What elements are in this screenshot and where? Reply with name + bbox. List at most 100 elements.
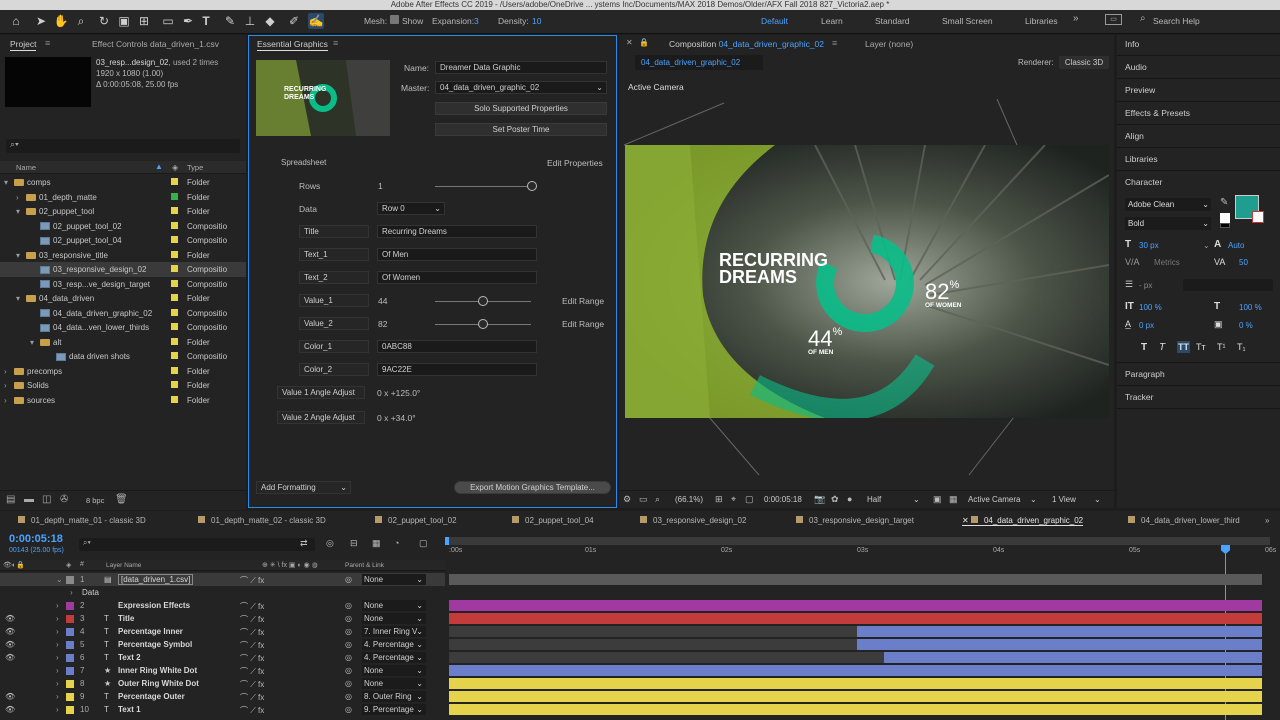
project-item[interactable]: 04_data...ven_lower_thirds Compositio: [0, 320, 246, 335]
menu-icon[interactable]: ≡: [832, 38, 837, 48]
timeline-tab[interactable]: 03_responsive_design_target: [796, 516, 914, 525]
disclosure-triangle-icon[interactable]: ⌄: [56, 575, 63, 584]
sync-settings-icon[interactable]: ▭: [1105, 14, 1122, 25]
motion-blur-icon[interactable]: ◔: [394, 538, 399, 548]
angle1-value[interactable]: 0 x +125.0°: [377, 388, 420, 398]
draft-3d-icon[interactable]: ◎: [326, 538, 334, 549]
timeline-timecode[interactable]: 0:00:05:18: [9, 533, 63, 545]
tab-essential-graphics[interactable]: Essential Graphics: [257, 39, 328, 51]
angle1-prop-label[interactable]: Value 1 Angle Adjust: [277, 386, 365, 399]
tracking-value[interactable]: 50: [1239, 258, 1248, 267]
rotate-tool-icon[interactable]: ↻: [96, 13, 112, 29]
layer-row[interactable]: 👁 › 3 T Title ⌒ ⟋ fx ◎ None ⌄: [0, 612, 445, 625]
workspace-small-screen[interactable]: Small Screen: [942, 16, 993, 26]
rows-slider-knob[interactable]: [527, 181, 537, 191]
timeline-tab[interactable]: 01_depth_matte_02 - classic 3D: [198, 516, 326, 525]
label-color-swatch[interactable]: [171, 221, 178, 229]
label-color-swatch[interactable]: [171, 207, 178, 214]
layer-switches[interactable]: ⌒ ⟋ fx: [240, 627, 264, 638]
layer-duration-bar[interactable]: [449, 613, 1262, 624]
layer-duration-bar[interactable]: [449, 600, 1262, 611]
character-section[interactable]: Character: [1125, 177, 1162, 187]
disclosure-triangle-icon[interactable]: ›: [56, 705, 59, 714]
value2-value[interactable]: 82: [378, 319, 387, 329]
disclosure-triangle-icon[interactable]: ›: [4, 396, 7, 405]
label-color-swatch[interactable]: [171, 178, 178, 185]
text1-prop-label[interactable]: Text_1: [299, 248, 369, 261]
data-subrow[interactable]: › Data: [0, 586, 445, 599]
export-motion-graphics-template-button[interactable]: Export Motion Graphics Template...: [454, 481, 611, 494]
subscript-icon[interactable]: T₁: [1237, 342, 1246, 352]
parent-pickwhip-icon[interactable]: ◎: [345, 627, 352, 636]
target-region-icon[interactable]: ▣: [933, 494, 942, 505]
view-layout-dropdown[interactable]: 1 View ⌄: [1052, 495, 1102, 504]
project-item[interactable]: 02_puppet_tool_04 Compositio: [0, 233, 246, 248]
add-formatting-dropdown[interactable]: Add Formatting ⌄: [256, 481, 351, 494]
value1-value[interactable]: 44: [378, 296, 387, 306]
search-help-input[interactable]: Search Help: [1153, 16, 1200, 26]
eyedropper-icon[interactable]: ✎: [1220, 197, 1228, 208]
label-color-swatch[interactable]: [171, 366, 178, 374]
label-color-swatch[interactable]: [171, 337, 178, 345]
comp-breadcrumb[interactable]: 04_data_driven_graphic_02: [635, 55, 763, 70]
value2-prop-label[interactable]: Value_2: [299, 317, 369, 330]
new-composition-icon[interactable]: ◫: [42, 494, 51, 505]
angle2-prop-label[interactable]: Value 2 Angle Adjust: [277, 411, 365, 424]
project-item[interactable]: ▾ 04_data_driven Folder: [0, 291, 246, 306]
safe-margins-icon[interactable]: ⌖: [731, 494, 736, 505]
label-color-swatch[interactable]: [171, 323, 178, 330]
tabs-overflow-icon[interactable]: »: [1265, 516, 1269, 525]
new-folder-icon[interactable]: ▬: [24, 494, 34, 505]
stroke-type-dropdown[interactable]: [1183, 279, 1273, 291]
timeline-tab[interactable]: 02_puppet_tool_02: [375, 516, 457, 525]
label-color-swatch[interactable]: [171, 308, 178, 316]
column-parent-link[interactable]: Parent & Link: [345, 562, 384, 569]
visibility-eye-icon[interactable]: 👁: [5, 653, 15, 662]
layer-name[interactable]: Text 2: [118, 653, 141, 662]
superscript-icon[interactable]: T¹: [1217, 342, 1226, 352]
interpret-footage-icon[interactable]: ▤: [6, 494, 15, 505]
label-color-swatch[interactable]: [171, 265, 178, 272]
camera-tool-icon[interactable]: ▣: [116, 13, 132, 29]
set-poster-time-button[interactable]: Set Poster Time: [435, 123, 607, 136]
project-item[interactable]: › sources Folder: [0, 393, 246, 408]
color1-prop-label[interactable]: Color_1: [299, 340, 369, 353]
project-item[interactable]: 04_data_driven_graphic_02 Compositio: [0, 306, 246, 321]
zoom-tool-icon[interactable]: ⌕: [73, 13, 89, 29]
layer-row[interactable]: › 8 ★ Outer Ring White Dot ⌒ ⟋ fx ◎ None ⌄: [0, 677, 445, 690]
tab-project[interactable]: Project: [10, 39, 37, 51]
density-value[interactable]: 10: [532, 16, 541, 26]
mask-visibility-icon[interactable]: ⌕: [655, 494, 660, 505]
brush-tool-icon[interactable]: ✎: [222, 13, 238, 29]
parent-pickwhip-icon[interactable]: ◎: [345, 614, 352, 623]
bit-depth-button[interactable]: 8 bpc: [86, 496, 104, 505]
layer-label-color[interactable]: [66, 680, 74, 688]
label-color-swatch[interactable]: [171, 381, 178, 388]
tab-composition[interactable]: Composition 04_data_driven_graphic_02: [669, 39, 824, 49]
project-item[interactable]: ▾ 03_responsive_title Folder: [0, 248, 246, 263]
menu-icon[interactable]: ≡: [45, 38, 50, 48]
project-item[interactable]: data driven shots Compositio: [0, 349, 246, 364]
timeline-tab[interactable]: 03_responsive_design_02: [640, 516, 746, 525]
label-color-swatch[interactable]: [171, 192, 178, 200]
layer-row[interactable]: › 2 Expression Effects ⌒ ⟋ fx ◎ None ⌄: [0, 599, 445, 612]
tab-layer[interactable]: Layer (none): [865, 39, 913, 49]
selection-tool-icon[interactable]: ➤: [33, 13, 49, 29]
disclosure-triangle-icon[interactable]: ›: [56, 679, 59, 688]
layer-duration-bar[interactable]: [449, 691, 1262, 702]
layer-duration-bar[interactable]: [449, 665, 1262, 676]
layer-name[interactable]: Percentage Outer: [118, 692, 185, 701]
parent-pickwhip-icon[interactable]: ◎: [345, 575, 352, 584]
all-caps-icon[interactable]: TT: [1177, 341, 1190, 353]
timeline-tab[interactable]: 02_puppet_tool_04: [512, 516, 594, 525]
disclosure-triangle-icon[interactable]: ›: [56, 640, 59, 649]
disclosure-triangle-icon[interactable]: ▾: [4, 178, 8, 187]
visibility-eye-icon[interactable]: 👁: [5, 627, 15, 636]
type-tool-icon[interactable]: T: [198, 13, 214, 29]
resolution-dropdown[interactable]: Half ⌄: [867, 495, 922, 504]
layer-label-color[interactable]: [66, 576, 74, 584]
layer-label-color[interactable]: [66, 693, 74, 701]
value2-slider[interactable]: [435, 319, 531, 329]
layer-row[interactable]: 👁 › 4 T Percentage Inner ⌒ ⟋ fx ◎ 7. Inner Ring…: [0, 625, 445, 638]
align-section[interactable]: Align: [1125, 131, 1144, 141]
